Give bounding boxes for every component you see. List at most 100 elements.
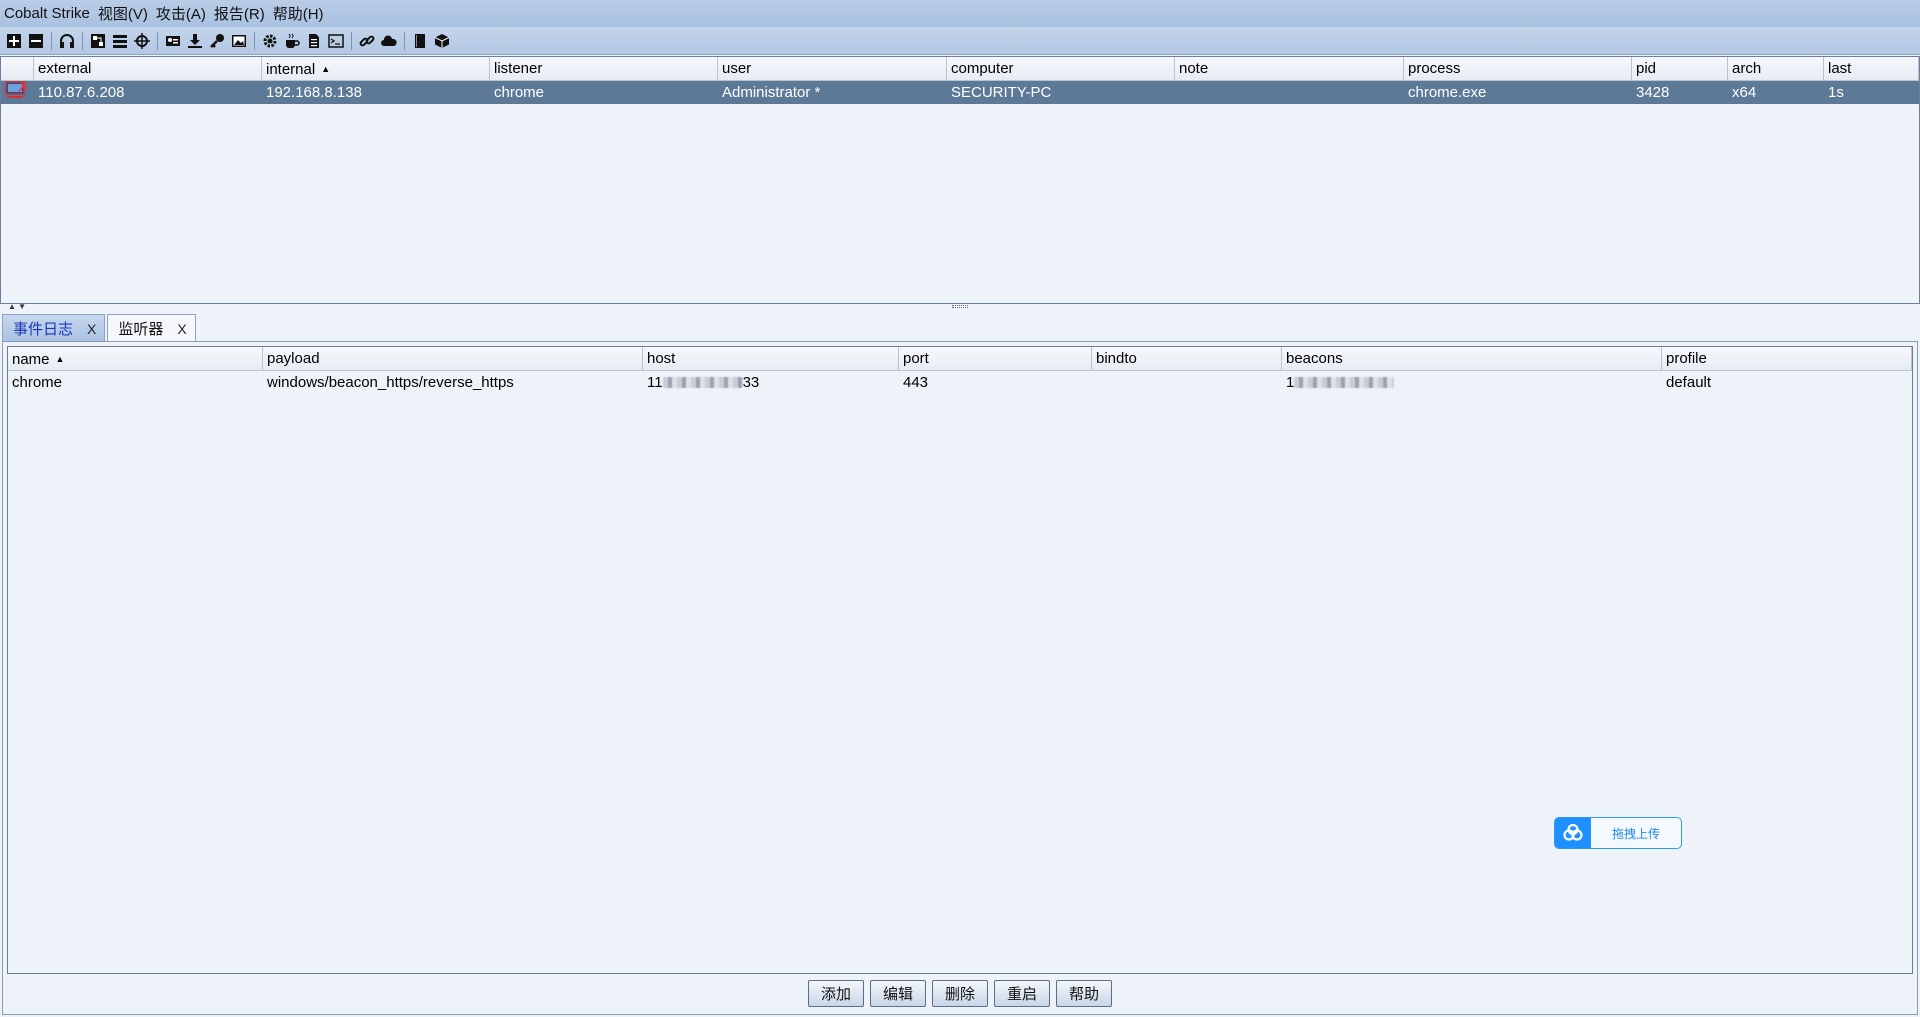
delete-button[interactable]: 删除 (932, 980, 988, 1007)
package-icon[interactable] (431, 30, 453, 52)
add-icon[interactable] (3, 30, 25, 52)
link-icon[interactable] (356, 30, 378, 52)
column-header-port[interactable]: port (899, 347, 1092, 370)
column-header-host[interactable]: host (643, 347, 899, 370)
session-listener: chrome (494, 84, 545, 101)
listeners-table: name ▲ payload host port bindto beacons p… (7, 346, 1913, 974)
session-last: 1s (1828, 84, 1844, 101)
keys-icon[interactable] (206, 30, 228, 52)
split-pane-divider[interactable]: ▲ ▼ (0, 302, 1920, 312)
grip-icon[interactable] (952, 305, 968, 308)
tab-listeners[interactable]: 监听器 X (107, 314, 196, 342)
column-header-external[interactable]: external (34, 57, 262, 80)
column-header-listener[interactable]: listener (490, 57, 718, 80)
session-process: chrome.exe (1408, 84, 1487, 101)
listeners-panel: name ▲ payload host port bindto beacons p… (2, 341, 1918, 1015)
toolbar-separator (351, 31, 352, 50)
column-header-process[interactable]: process (1404, 57, 1632, 80)
listener-beacons: 1 (1282, 371, 1662, 395)
tab-event-log-label: 事件日志 (13, 321, 74, 338)
column-header-pid[interactable]: pid (1632, 57, 1728, 80)
listener-row[interactable]: chrome windows/beacon_https/reverse_http… (8, 371, 1912, 395)
listener-actions: 添加 编辑 删除 重启 帮助 (0, 980, 1920, 1007)
listener-host-suffix: 33 (742, 374, 760, 391)
session-note (1175, 81, 1404, 104)
column-header-beacons[interactable]: beacons (1282, 347, 1662, 370)
document-icon[interactable] (303, 30, 325, 52)
add-button[interactable]: 添加 (808, 980, 864, 1007)
sort-ascending-icon: ▲ (55, 354, 65, 364)
column-header-computer[interactable]: computer (947, 57, 1175, 80)
column-header-icon[interactable] (1, 57, 34, 80)
menu-help[interactable]: 帮助(H) (273, 3, 324, 24)
book-icon[interactable] (409, 30, 431, 52)
column-header-payload[interactable]: payload (263, 347, 643, 370)
toolbar (0, 27, 1920, 55)
column-header-note[interactable]: note (1175, 57, 1404, 80)
credentials-icon[interactable] (162, 30, 184, 52)
column-header-arch[interactable]: arch (1728, 57, 1824, 80)
listeners-table-header: name ▲ payload host port bindto beacons p… (8, 347, 1912, 371)
listener-payload: windows/beacon_https/reverse_https (267, 374, 514, 391)
help-button[interactable]: 帮助 (1056, 980, 1112, 1007)
toolbar-separator (404, 31, 405, 50)
drag-upload-widget[interactable]: 拖拽上传 (1554, 817, 1682, 849)
cloud-icon[interactable] (378, 30, 400, 52)
column-header-user[interactable]: user (718, 57, 947, 80)
java-icon[interactable] (281, 30, 303, 52)
column-header-last[interactable]: last (1824, 57, 1919, 80)
session-computer-icon (1, 81, 34, 104)
listener-profile: default (1666, 374, 1712, 391)
screenshots-icon[interactable] (228, 30, 250, 52)
target-icon[interactable] (131, 30, 153, 52)
column-header-name-label: name (12, 351, 50, 368)
session-user: Administrator * (722, 84, 821, 101)
collapse-arrows-icon[interactable]: ▲ ▼ (8, 302, 26, 311)
toolbar-separator (82, 31, 83, 50)
redacted-blur (1294, 377, 1395, 388)
downloads-icon[interactable] (184, 30, 206, 52)
tab-event-log[interactable]: 事件日志 X (2, 314, 106, 342)
sessions-table: external internal ▲ listener user compute… (0, 56, 1920, 304)
column-header-name[interactable]: name ▲ (8, 347, 263, 370)
listener-bindto (1092, 371, 1282, 395)
console-icon[interactable] (325, 30, 347, 52)
remove-icon[interactable] (25, 30, 47, 52)
listener-host: 11 33 (643, 371, 899, 395)
toolbar-separator (51, 31, 52, 50)
session-internal: 192.168.8.138 (266, 84, 362, 101)
session-row[interactable]: 110.87.6.208 192.168.8.138 chrome Admini… (1, 81, 1919, 104)
settings-icon[interactable] (259, 30, 281, 52)
session-external: 110.87.6.208 (38, 84, 125, 101)
tab-bar: 事件日志 X 监听器 X (2, 314, 198, 342)
listener-host-prefix: 11 (647, 374, 663, 391)
headphones-icon[interactable] (56, 30, 78, 52)
pivot-graph-icon[interactable] (87, 30, 109, 52)
column-header-internal-label: internal (266, 61, 316, 78)
listener-name: chrome (12, 374, 63, 391)
tab-listeners-label: 监听器 (118, 321, 164, 338)
app-title: Cobalt Strike (4, 5, 90, 22)
edit-button[interactable]: 编辑 (870, 980, 926, 1007)
session-pid: 3428 (1636, 84, 1670, 101)
menu-attacks[interactable]: 攻击(A) (156, 3, 206, 24)
drag-upload-label: 拖拽上传 (1611, 826, 1660, 841)
toolbar-separator (157, 31, 158, 50)
menu-reports[interactable]: 报告(R) (214, 3, 265, 24)
tab-listeners-close-button[interactable]: X (177, 321, 186, 337)
menu-bar: Cobalt Strike 视图(V) 攻击(A) 报告(R) 帮助(H) (0, 0, 1920, 27)
column-header-internal[interactable]: internal ▲ (262, 57, 490, 80)
menu-view[interactable]: 视图(V) (98, 3, 148, 24)
listener-beacons-prefix: 1 (1286, 374, 1295, 391)
sort-ascending-icon: ▲ (321, 64, 331, 74)
restart-button[interactable]: 重启 (994, 980, 1050, 1007)
sessions-table-header: external internal ▲ listener user compute… (1, 57, 1919, 81)
column-header-profile[interactable]: profile (1662, 347, 1912, 370)
column-header-bindto[interactable]: bindto (1092, 347, 1282, 370)
session-computer: SECURITY-PC (951, 84, 1052, 101)
listener-port: 443 (903, 374, 929, 391)
baidu-netdisk-icon (1555, 818, 1591, 848)
session-arch: x64 (1732, 84, 1757, 101)
tab-event-log-close-button[interactable]: X (87, 321, 96, 337)
session-table-icon[interactable] (109, 30, 131, 52)
